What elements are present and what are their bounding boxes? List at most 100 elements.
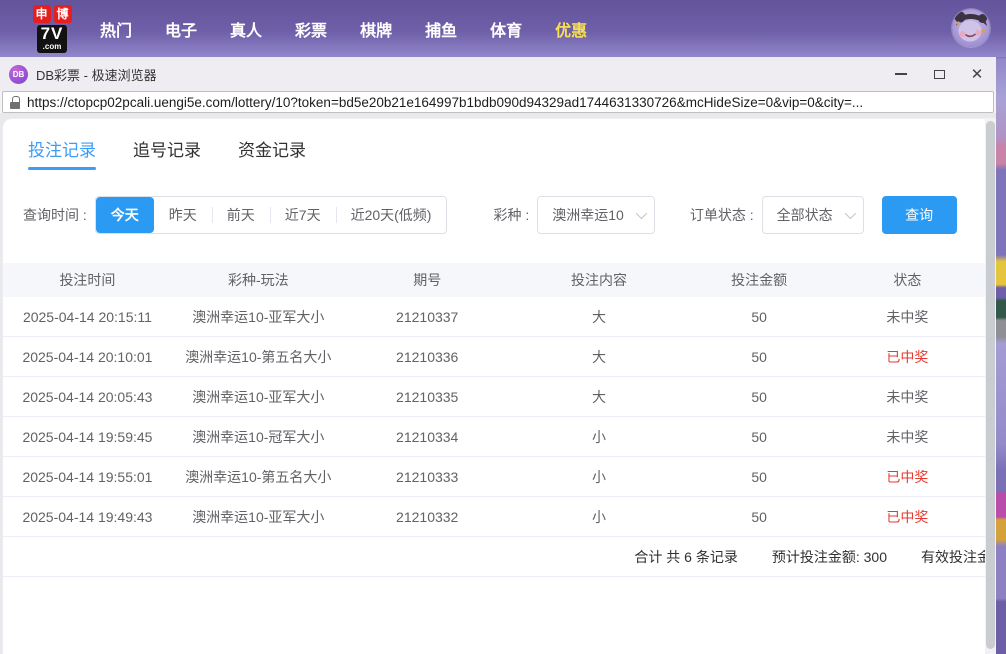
- chevron-down-icon: [636, 208, 647, 219]
- cell-bet-content: 小: [510, 507, 689, 527]
- cell-bet-time: 2025-04-14 20:15:11: [3, 309, 172, 325]
- close-icon: ✕: [971, 67, 984, 82]
- nav-item-board-games[interactable]: 棋牌: [360, 17, 392, 41]
- cell-issue-number: 21210334: [345, 429, 510, 445]
- browser-window: DB DB彩票 - 极速浏览器 ✕ https://ctopcp02pcali.…: [0, 57, 996, 654]
- table-row: 2025-04-14 20:15:11 澳洲幸运10-亚军大小 21210337…: [3, 297, 985, 337]
- search-button[interactable]: 查询: [882, 196, 957, 234]
- cell-bet-amount: 50: [688, 469, 829, 485]
- order-status-label: 订单状态 :: [690, 205, 754, 225]
- order-status-select[interactable]: 全部状态: [762, 196, 864, 234]
- table-row: 2025-04-14 20:10:01 澳洲幸运10-第五名大小 2121033…: [3, 337, 985, 377]
- cell-bet-amount: 50: [688, 309, 829, 325]
- cell-bet-time: 2025-04-14 20:05:43: [3, 389, 172, 405]
- browser-title-bar: DB DB彩票 - 极速浏览器 ✕: [0, 57, 996, 91]
- column-header-5: 状态: [830, 270, 985, 290]
- page-content: 投注记录 追号记录 资金记录 查询时间 : 今天昨天前天近7天近20天(低频) 彩种…: [0, 113, 996, 654]
- cell-game-play: 澳洲幸运10-第五名大小: [172, 467, 345, 487]
- order-status-value: 全部状态: [777, 205, 833, 225]
- close-button[interactable]: ✕: [958, 57, 996, 91]
- cell-bet-amount: 50: [688, 509, 829, 525]
- table-header: 投注时间彩种-玩法期号投注内容投注金额状态: [3, 263, 985, 297]
- background-page-strip: [995, 0, 1006, 654]
- table-row: 2025-04-14 19:55:01 澳洲幸运10-第五名大小 2121033…: [3, 457, 985, 497]
- scrollbar-thumb[interactable]: [986, 121, 995, 649]
- minimize-button[interactable]: [882, 57, 920, 91]
- address-input[interactable]: https://ctopcp02pcali.uengi5e.com/lotter…: [2, 91, 994, 113]
- column-header-4: 投注金额: [688, 270, 829, 290]
- time-option-yesterday[interactable]: 昨天: [154, 197, 212, 233]
- cell-bet-time: 2025-04-14 19:49:43: [3, 509, 172, 525]
- time-filter-label: 查询时间 :: [23, 205, 87, 225]
- logo-badges: 申 博: [33, 5, 72, 23]
- cell-status: 已中奖: [830, 467, 985, 487]
- cell-bet-content: 小: [510, 427, 689, 447]
- cell-issue-number: 21210336: [345, 349, 510, 365]
- time-option-today[interactable]: 今天: [96, 197, 154, 233]
- cell-status: 已中奖: [830, 507, 985, 527]
- chevron-down-icon: [844, 208, 855, 219]
- site-nav: 申 博 7V .com 热门 电子 真人 彩票 棋牌 捕鱼 体育 优惠: [0, 0, 1006, 57]
- filter-bar: 查询时间 : 今天昨天前天近7天近20天(低频) 彩种 : 澳洲幸运10 订单状…: [23, 196, 985, 234]
- time-option-last-7-days[interactable]: 近7天: [270, 197, 336, 233]
- cell-status: 未中奖: [830, 307, 985, 327]
- column-header-0: 投注时间: [3, 270, 172, 290]
- summary-total: 合计 共 6 条记录: [634, 547, 737, 567]
- cell-status: 未中奖: [830, 427, 985, 447]
- tab-chase-records[interactable]: 追号记录: [133, 136, 201, 172]
- cell-issue-number: 21210337: [345, 309, 510, 325]
- avatar-illustration: [952, 9, 990, 47]
- nav-item-live[interactable]: 真人: [230, 17, 262, 41]
- logo-badge-1: 申: [33, 5, 51, 23]
- column-header-1: 彩种-玩法: [172, 270, 345, 290]
- table-row: 2025-04-14 20:05:43 澳洲幸运10-亚军大小 21210335…: [3, 377, 985, 417]
- maximize-button[interactable]: [920, 57, 958, 91]
- screen: 申 博 7V .com 热门 电子 真人 彩票 棋牌 捕鱼 体育 优惠: [0, 0, 1006, 654]
- cell-game-play: 澳洲幸运10-亚军大小: [172, 387, 345, 407]
- avatar[interactable]: [952, 9, 990, 47]
- cell-status: 未中奖: [830, 387, 985, 407]
- maximize-icon: [934, 70, 945, 79]
- time-range-group: 今天昨天前天近7天近20天(低频): [95, 196, 448, 234]
- tab-bet-records[interactable]: 投注记录: [28, 136, 96, 172]
- cell-bet-content: 大: [510, 307, 689, 327]
- cell-bet-time: 2025-04-14 19:59:45: [3, 429, 172, 445]
- site-logo[interactable]: 申 博 7V .com: [26, 5, 78, 53]
- nav-item-sports[interactable]: 体育: [490, 17, 522, 41]
- browser-favicon: DB: [9, 65, 28, 84]
- cell-game-play: 澳洲幸运10-冠军大小: [172, 427, 345, 447]
- summary-expected-amount: 预计投注金额: 300: [772, 547, 887, 567]
- time-option-day-before[interactable]: 前天: [212, 197, 270, 233]
- cell-bet-content: 小: [510, 467, 689, 487]
- cell-bet-content: 大: [510, 347, 689, 367]
- browser-window-title: DB彩票 - 极速浏览器: [36, 65, 157, 84]
- table-body: 2025-04-14 20:15:11 澳洲幸运10-亚军大小 21210337…: [3, 297, 985, 537]
- url-text: https://ctopcp02pcali.uengi5e.com/lotter…: [27, 95, 863, 110]
- logo-main-text: 7V: [41, 25, 64, 43]
- cell-status: 已中奖: [830, 347, 985, 367]
- nav-item-slots[interactable]: 电子: [165, 17, 197, 41]
- lottery-select[interactable]: 澳洲幸运10: [537, 196, 655, 234]
- cell-game-play: 澳洲幸运10-亚军大小: [172, 307, 345, 327]
- lottery-select-value: 澳洲幸运10: [552, 205, 624, 225]
- table-row: 2025-04-14 19:49:43 澳洲幸运10-亚军大小 21210332…: [3, 497, 985, 537]
- nav-item-lottery[interactable]: 彩票: [295, 17, 327, 41]
- content-panel: 投注记录 追号记录 资金记录 查询时间 : 今天昨天前天近7天近20天(低频) 彩种…: [2, 118, 985, 654]
- cell-game-play: 澳洲幸运10-亚军大小: [172, 507, 345, 527]
- cell-bet-amount: 50: [688, 389, 829, 405]
- tab-funds-records[interactable]: 资金记录: [238, 136, 306, 172]
- logo-badge-2: 博: [54, 5, 72, 23]
- cell-bet-amount: 50: [688, 429, 829, 445]
- table-summary: 合计 共 6 条记录 预计投注金额: 300 有效投注金额: [3, 537, 985, 577]
- scrollbar[interactable]: [985, 118, 996, 654]
- nav-item-promotions[interactable]: 优惠: [555, 17, 587, 41]
- time-option-last-20-days[interactable]: 近20天(低频): [336, 197, 447, 233]
- cell-bet-time: 2025-04-14 19:55:01: [3, 469, 172, 485]
- nav-item-hot[interactable]: 热门: [100, 17, 132, 41]
- cell-issue-number: 21210333: [345, 469, 510, 485]
- logo-block: 7V .com: [37, 25, 68, 53]
- url-bar: https://ctopcp02pcali.uengi5e.com/lotter…: [0, 91, 996, 113]
- logo-sub-text: .com: [43, 43, 62, 51]
- site-nav-items: 热门 电子 真人 彩票 棋牌 捕鱼 体育 优惠: [100, 17, 587, 41]
- nav-item-fishing[interactable]: 捕鱼: [425, 17, 457, 41]
